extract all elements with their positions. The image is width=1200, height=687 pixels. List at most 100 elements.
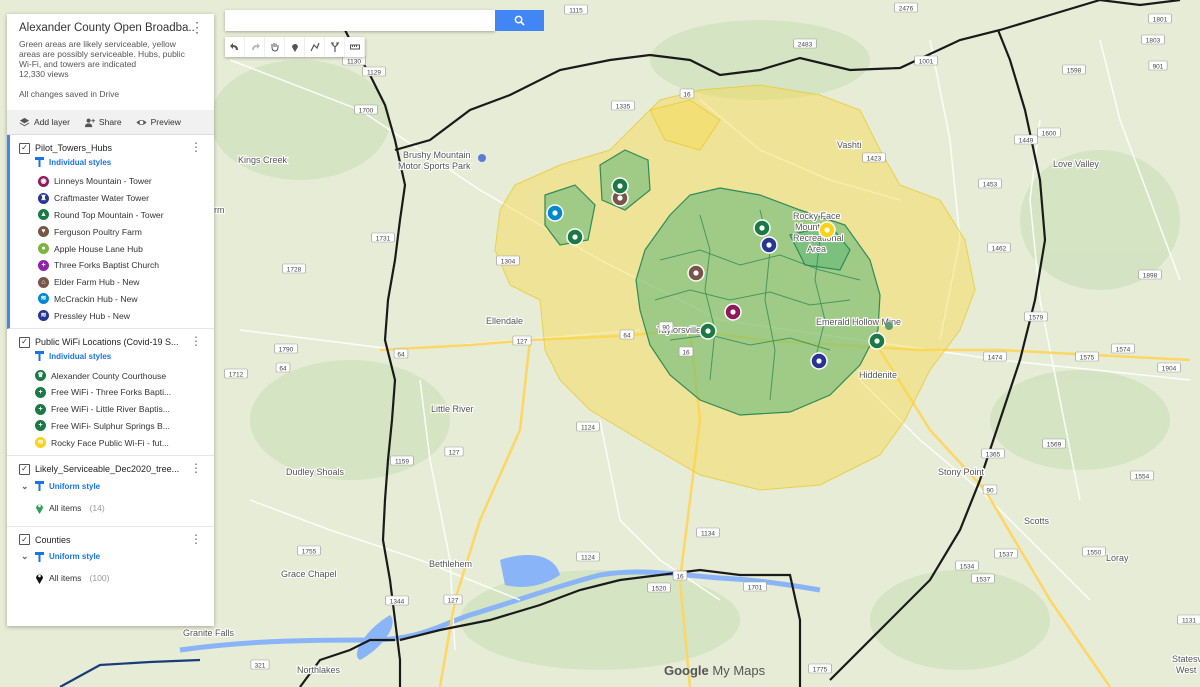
undo-button[interactable] (225, 37, 245, 57)
legend-marker-icon: ♥ (38, 226, 49, 238)
road-shield-label: 1453 (983, 181, 998, 188)
layer-style-link[interactable]: ⌄ Uniform style (7, 479, 214, 493)
road-shield: 901 (1148, 60, 1168, 70)
map-marker[interactable] (699, 322, 717, 340)
road-shield: 321 (250, 659, 270, 670)
poi-dot[interactable] (885, 322, 893, 330)
legend-marker-icon: ≋ (38, 310, 49, 322)
road-shield-label: 1520 (652, 585, 667, 592)
legend-item[interactable]: ≋ Pressley Hub - New (10, 307, 214, 324)
road-shield: 1574 (1111, 343, 1135, 354)
legend-item[interactable]: ♛ Alexander County Courthouse (7, 367, 214, 384)
map-marker[interactable] (546, 204, 564, 222)
road-shield: 127 (443, 594, 463, 605)
layer-options-icon[interactable]: ⋮ (190, 461, 202, 475)
road-shield: 1712 (224, 368, 248, 379)
map-marker[interactable] (810, 352, 828, 370)
legend-item[interactable]: ▲ Round Top Mountain - Tower (10, 207, 214, 224)
google-logo-text: Google (664, 663, 709, 678)
map-marker[interactable] (611, 177, 629, 195)
place-label: West (1176, 665, 1197, 675)
map-marker[interactable] (868, 332, 886, 350)
legend-item[interactable]: + Free WiFi - Little River Baptis... (7, 401, 214, 418)
legend-item[interactable]: ≋ McCrackin Hub - New (10, 291, 214, 308)
search-input[interactable] (225, 10, 495, 31)
layer-options-icon[interactable]: ⋮ (190, 532, 202, 546)
road-shield: 1898 (1138, 269, 1162, 280)
all-items-row[interactable]: All items (100) (7, 570, 214, 587)
legend-item[interactable]: ≋ Rocky Face Public Wi-Fi - fut... (7, 434, 214, 451)
legend-item-label: McCrackin Hub - New (54, 293, 138, 304)
layer-style-link[interactable]: ⌄ Uniform style (7, 550, 214, 564)
road-shield: 1598 (1062, 64, 1086, 74)
road-shield-label: 1550 (1087, 549, 1102, 556)
legend-item[interactable]: ● Apple House Lane Hub (10, 240, 214, 257)
add-layer-button[interactable]: Add layer (19, 117, 70, 128)
legend-item[interactable]: + Free WiFi- Sulphur Springs B... (7, 418, 214, 435)
legend-item[interactable]: ⌂ Elder Farm Hub - New (10, 274, 214, 291)
road-shield-label: 1001 (919, 58, 934, 65)
place-label: Rocky Face (793, 211, 841, 221)
directions-button[interactable] (325, 37, 345, 57)
all-items-row[interactable]: All items (14) (7, 499, 214, 516)
layer-style-link[interactable]: Individual styles (10, 155, 214, 169)
road-shield: 16 (678, 346, 694, 357)
layer-options-icon[interactable]: ⋮ (190, 334, 202, 348)
more-options-icon[interactable]: ⋮ (190, 20, 204, 34)
draw-line-button[interactable] (305, 37, 325, 57)
redo-button[interactable] (245, 37, 265, 57)
layer-checkbox[interactable]: ✓ (19, 336, 30, 348)
layer-pilot-towers-hubs: ✓ Pilot_Towers_Hubs ⋮ Individual styles … (7, 135, 214, 330)
legend-marker-icon: ◉ (38, 175, 49, 187)
panel-header: Alexander County Open Broadba... ⋮ Green… (7, 14, 214, 110)
map-marker[interactable] (724, 303, 742, 321)
road-shield-label: 1904 (1162, 365, 1177, 372)
layer-checkbox[interactable]: ✓ (19, 463, 30, 475)
all-items-label: All items (49, 502, 82, 513)
place-label: Ellendale (486, 316, 523, 326)
road-shield: 1701 (743, 581, 767, 592)
legend-item-label: Pressley Hub - New (54, 310, 130, 321)
legend-item-label: Linneys Mountain - Tower (54, 176, 152, 187)
layer-name[interactable]: Public WiFi Locations (Covid-19 S... (35, 337, 179, 347)
layer-options-icon[interactable]: ⋮ (190, 140, 202, 154)
legend-item-label: Elder Farm Hub - New (54, 277, 140, 288)
map-marker[interactable] (760, 236, 778, 254)
layer-name[interactable]: Pilot_Towers_Hubs (35, 143, 112, 153)
legend-item-label: Free WiFi - Three Forks Bapti... (51, 387, 172, 398)
layer-style-link[interactable]: Individual styles (7, 349, 214, 363)
add-marker-button[interactable] (285, 37, 305, 57)
search-button[interactable] (495, 10, 544, 31)
road-shield-label: 1575 (1080, 354, 1095, 361)
road-shield: 1423 (862, 152, 886, 162)
pan-tool-button[interactable] (265, 37, 285, 57)
road-shield-label: 1700 (359, 107, 374, 114)
legend-item[interactable]: + Three Forks Baptist Church (10, 257, 214, 274)
road-shield: 1575 (1075, 351, 1099, 362)
map-marker[interactable] (687, 264, 705, 282)
share-button[interactable]: Share (84, 117, 122, 128)
chevron-down-icon[interactable]: ⌄ (21, 551, 30, 562)
legend-item[interactable]: ◉ Linneys Mountain - Tower (10, 173, 214, 190)
layer-checkbox[interactable]: ✓ (19, 142, 30, 154)
legend-marker-icon: ⌂ (38, 276, 49, 288)
preview-button[interactable]: Preview (136, 117, 181, 128)
layer-counties: ✓ Counties ⋮ ⌄ Uniform style All items (… (7, 527, 214, 591)
road-shield: 1537 (971, 573, 995, 584)
legend-item[interactable]: + Free WiFi - Three Forks Bapti... (7, 384, 214, 401)
legend-item[interactable]: ♜ Craftmaster Water Tower (10, 190, 214, 207)
preview-label: Preview (150, 117, 181, 127)
poi-dot[interactable] (478, 154, 486, 162)
map-marker[interactable] (753, 219, 771, 237)
road-shield-label: 1124 (581, 424, 595, 431)
layer-name[interactable]: Counties (35, 535, 71, 545)
layer-name[interactable]: Likely_Serviceable_Dec2020_tree... (35, 464, 179, 474)
layer-checkbox[interactable]: ✓ (19, 534, 30, 546)
measure-button[interactable] (345, 37, 365, 57)
map-marker[interactable] (818, 221, 836, 239)
map-marker[interactable] (566, 228, 584, 246)
layers-icon (19, 117, 30, 126)
legend-item[interactable]: ♥ Ferguson Poultry Farm (10, 223, 214, 240)
chevron-down-icon[interactable]: ⌄ (21, 481, 30, 492)
map-title[interactable]: Alexander County Open Broadba... (19, 22, 195, 34)
